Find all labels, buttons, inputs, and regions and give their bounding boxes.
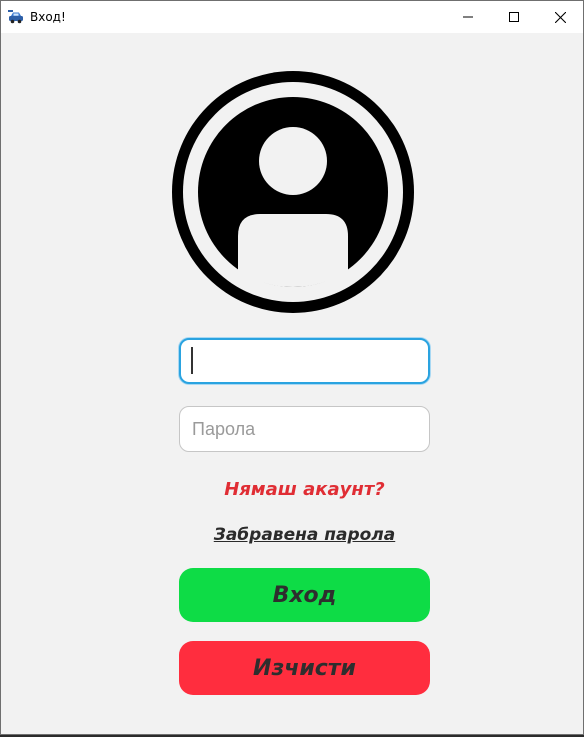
maximize-icon <box>509 12 519 22</box>
title-bar[interactable]: Вход! <box>1 1 583 33</box>
close-button[interactable] <box>537 1 583 33</box>
text-cursor <box>191 347 193 374</box>
minimize-icon <box>463 16 473 18</box>
car-app-icon <box>8 9 24 25</box>
minimize-button[interactable] <box>445 1 491 33</box>
close-icon <box>554 11 566 23</box>
maximize-button[interactable] <box>491 1 537 33</box>
username-input[interactable] <box>179 338 430 384</box>
password-input[interactable] <box>179 406 430 452</box>
forgot-password-link[interactable]: Забравена парола <box>179 525 430 545</box>
clear-button[interactable]: Изчисти <box>179 641 430 695</box>
login-window: Вход! Нямаш акаунт? Забравена парола Вхо… <box>0 0 584 735</box>
user-avatar-icon <box>172 71 414 313</box>
login-button[interactable]: Вход <box>179 568 430 622</box>
no-account-link[interactable]: Нямаш акаунт? <box>179 479 430 500</box>
window-title: Вход! <box>30 10 66 24</box>
